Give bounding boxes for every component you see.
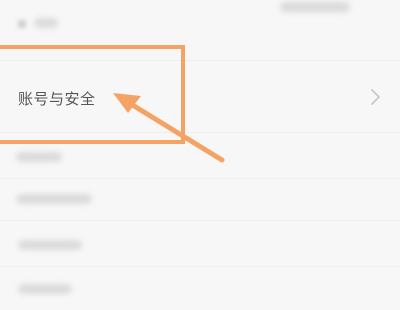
chevron-right-icon [371, 89, 380, 105]
settings-item-blurred-4[interactable] [0, 270, 400, 310]
settings-item-blurred-2[interactable] [0, 182, 400, 222]
settings-screen: 账号与安全 [0, 0, 400, 300]
divider [0, 220, 400, 221]
item-label-blurred [16, 194, 92, 204]
settings-item-top-blurred[interactable] [0, 2, 400, 48]
item-value-blurred [280, 2, 350, 12]
item-label-blurred [16, 152, 62, 162]
divider [0, 266, 400, 267]
settings-item-blurred-1[interactable] [0, 140, 400, 180]
highlight-box [0, 45, 185, 144]
item-label-blurred [18, 284, 72, 294]
item-label-blurred [34, 18, 58, 28]
item-icon-blurred [18, 20, 26, 28]
item-label-blurred [18, 240, 82, 250]
divider [0, 178, 400, 179]
settings-item-blurred-3[interactable] [0, 226, 400, 266]
